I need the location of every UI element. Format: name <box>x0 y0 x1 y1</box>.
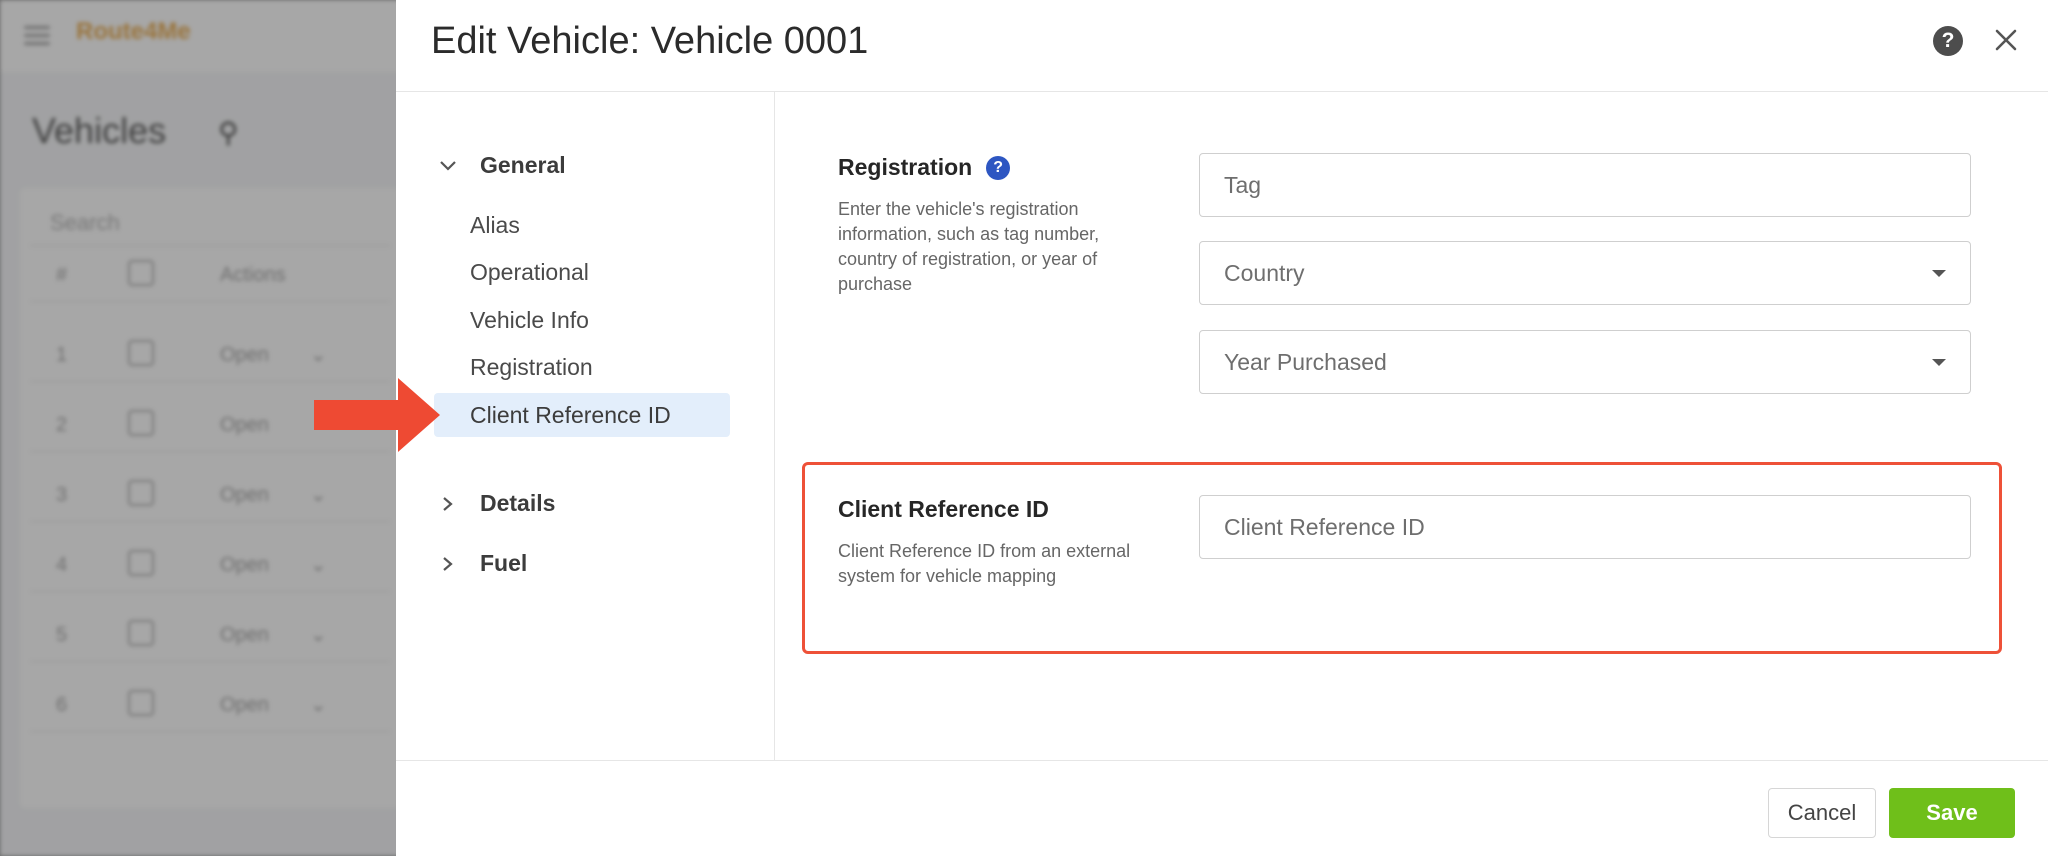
modal-title: Edit Vehicle: Vehicle 0001 <box>431 20 869 62</box>
year-purchased-select[interactable]: Year Purchased <box>1199 330 1971 394</box>
info-icon[interactable]: ? <box>986 155 1011 180</box>
close-icon[interactable] <box>1988 22 2024 58</box>
caret-down-icon <box>1932 359 1946 366</box>
save-button[interactable]: Save <box>1889 788 2015 838</box>
country-select[interactable]: Country <box>1199 241 1971 305</box>
modal-footer: Cancel Save <box>396 760 2048 856</box>
nav-group-details[interactable]: Details <box>434 490 555 517</box>
question-circle-icon[interactable]: ? <box>1933 26 1963 56</box>
client-reference-section-title: Client Reference ID <box>838 496 1049 522</box>
section-nav: General Alias Operational Vehicle Info R… <box>396 92 775 760</box>
cancel-button[interactable]: Cancel <box>1768 788 1876 838</box>
nav-group-fuel[interactable]: Fuel <box>434 550 527 577</box>
nav-item-vehicle-info[interactable]: Vehicle Info <box>434 298 730 342</box>
edit-vehicle-modal: Edit Vehicle: Vehicle 0001 ? General Ali… <box>396 0 2048 856</box>
nav-item-registration[interactable]: Registration <box>434 345 730 389</box>
nav-item-operational[interactable]: Operational <box>434 250 730 294</box>
nav-group-label: Fuel <box>480 550 528 576</box>
form-content: Registration ? Enter the vehicle's regis… <box>776 92 2048 760</box>
caret-down-icon <box>1932 270 1946 277</box>
nav-item-alias[interactable]: Alias <box>434 203 730 247</box>
nav-group-label: Details <box>480 490 556 516</box>
year-purchased-value: Year Purchased <box>1224 349 1387 375</box>
modal-header: Edit Vehicle: Vehicle 0001 ? <box>396 0 2048 92</box>
registration-section-title: Registration ? <box>838 154 1011 181</box>
arrow-right-icon <box>314 378 440 452</box>
client-reference-description: Client Reference ID from an external sys… <box>838 541 1131 586</box>
nav-group-label: General <box>480 152 566 178</box>
nav-group-general[interactable]: General <box>434 152 566 179</box>
client-reference-id-input[interactable]: Client Reference ID <box>1199 495 1971 559</box>
registration-description: Enter the vehicle's registration informa… <box>838 199 1100 294</box>
chevron-down-icon <box>440 160 456 171</box>
chevron-right-icon <box>443 496 453 511</box>
chevron-right-icon <box>443 556 453 571</box>
registration-title-text: Registration <box>838 154 973 180</box>
tag-input[interactable]: Tag <box>1199 153 1971 217</box>
nav-item-client-reference-id[interactable]: Client Reference ID <box>434 393 730 437</box>
country-select-value: Country <box>1224 260 1305 286</box>
